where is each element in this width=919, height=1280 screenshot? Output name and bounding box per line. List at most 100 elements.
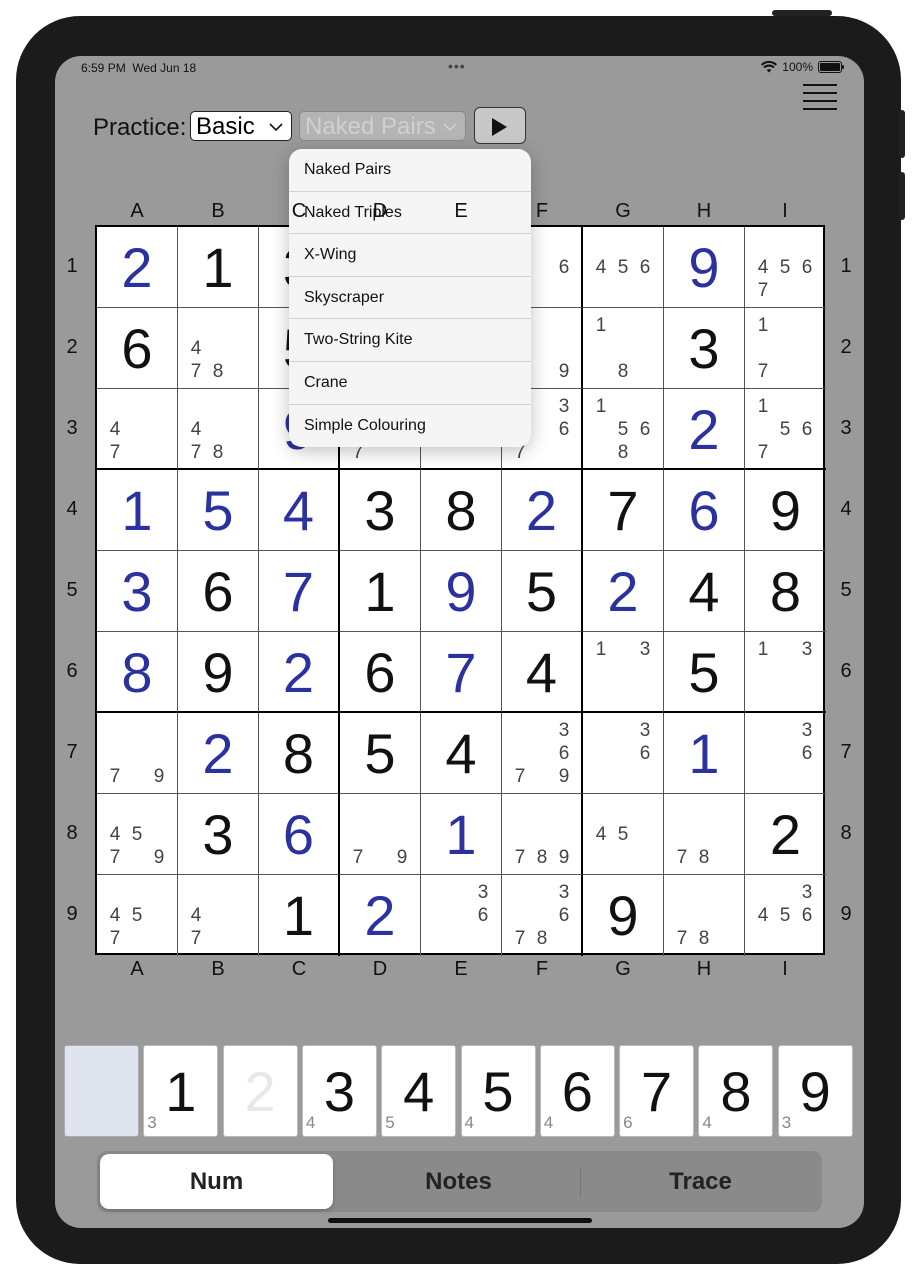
number-key-1[interactable]: 13 [143, 1045, 219, 1137]
cell-h2[interactable]: 3 [664, 308, 745, 389]
cell-a1[interactable]: 2 [97, 227, 178, 308]
menu-item-skyscraper[interactable]: Skyscraper [289, 277, 531, 320]
cell-a4[interactable]: 1 [97, 470, 178, 551]
menu-item-x-wing[interactable]: X-Wing [289, 234, 531, 277]
cell-a8[interactable]: 457 9 [97, 794, 178, 875]
cell-g4[interactable]: 7 [583, 470, 664, 551]
cell-d4[interactable]: 3 [340, 470, 421, 551]
menu-item-simple-colouring[interactable]: Simple Colouring [289, 405, 531, 447]
cell-a3[interactable]: 47 [97, 389, 178, 470]
cell-h1[interactable]: 9 [664, 227, 745, 308]
cell-b6[interactable]: 9 [178, 632, 259, 713]
cell-h9[interactable]: 78 [664, 875, 745, 956]
number-key-7[interactable]: 76 [619, 1045, 695, 1137]
multitasking-dots[interactable]: ••• [448, 58, 466, 74]
cell-b3[interactable]: 478 [178, 389, 259, 470]
cell-f5[interactable]: 5 [502, 551, 583, 632]
note-7: 7 [514, 928, 526, 950]
cell-notes: 13 [590, 638, 656, 708]
cell-d9[interactable]: 2 [340, 875, 421, 956]
cell-f4[interactable]: 2 [502, 470, 583, 551]
cell-c8[interactable]: 6 [259, 794, 340, 875]
note-5 [126, 418, 148, 441]
cell-b8[interactable]: 3 [178, 794, 259, 875]
cell-d7[interactable]: 5 [340, 713, 421, 794]
cell-b7[interactable]: 2 [178, 713, 259, 794]
cell-g5[interactable]: 2 [583, 551, 664, 632]
cell-d8[interactable]: 79 [340, 794, 421, 875]
cell-e7[interactable]: 4 [421, 713, 502, 794]
note-4: 4 [109, 823, 121, 845]
cell-c6[interactable]: 2 [259, 632, 340, 713]
number-key-9[interactable]: 93 [777, 1045, 853, 1137]
cell-a7[interactable]: 79 [97, 713, 178, 794]
cell-b1[interactable]: 1 [178, 227, 259, 308]
cell-b2[interactable]: 478 [178, 308, 259, 389]
number-key-4[interactable]: 45 [381, 1045, 457, 1137]
cell-a5[interactable]: 3 [97, 551, 178, 632]
cell-i9[interactable]: 3 456 [745, 875, 826, 956]
cell-c4[interactable]: 4 [259, 470, 340, 551]
cell-b9[interactable]: 47 [178, 875, 259, 956]
play-button[interactable] [474, 107, 526, 144]
cell-h3[interactable]: 2 [664, 389, 745, 470]
cell-e8[interactable]: 1 [421, 794, 502, 875]
cell-g7[interactable]: 36 [583, 713, 664, 794]
menu-item-two-string-kite[interactable]: Two-String Kite [289, 319, 531, 362]
cell-i2[interactable]: 17 [745, 308, 826, 389]
number-key-empty[interactable] [64, 1045, 139, 1137]
cell-f7[interactable]: 36 7 9 [502, 713, 583, 794]
cell-i4[interactable]: 9 [745, 470, 826, 551]
cell-a2[interactable]: 6 [97, 308, 178, 389]
cell-c9[interactable]: 1 [259, 875, 340, 956]
cell-h7[interactable]: 1 [664, 713, 745, 794]
cell-g8[interactable]: 45 [583, 794, 664, 875]
cell-i3[interactable]: 1567 [745, 389, 826, 470]
cell-g9[interactable]: 9 [583, 875, 664, 956]
cell-d6[interactable]: 6 [340, 632, 421, 713]
cell-f9[interactable]: 36 78 [502, 875, 583, 956]
mode-notes-button[interactable]: Notes [342, 1154, 575, 1209]
cell-h6[interactable]: 5 [664, 632, 745, 713]
cell-c7[interactable]: 8 [259, 713, 340, 794]
cell-i8[interactable]: 2 [745, 794, 826, 875]
cell-h5[interactable]: 4 [664, 551, 745, 632]
cell-e9[interactable]: 36 [421, 875, 502, 956]
hamburger-menu-icon[interactable] [803, 82, 837, 112]
cell-f6[interactable]: 4 [502, 632, 583, 713]
mode-num-button[interactable]: Num [100, 1154, 333, 1209]
level-select[interactable]: Basic [190, 111, 292, 141]
cell-d5[interactable]: 1 [340, 551, 421, 632]
cell-a9[interactable]: 457 [97, 875, 178, 956]
number-key-3[interactable]: 34 [301, 1045, 377, 1137]
note-4: 4 [595, 256, 607, 278]
technique-select[interactable]: Naked Pairs [299, 111, 466, 141]
cell-c5[interactable]: 7 [259, 551, 340, 632]
cell-b4[interactable]: 5 [178, 470, 259, 551]
cell-g1[interactable]: 456 [583, 227, 664, 308]
cell-i6[interactable]: 13 [745, 632, 826, 713]
cell-i5[interactable]: 8 [745, 551, 826, 632]
number-key-2[interactable]: 2 [222, 1045, 298, 1137]
cell-h8[interactable]: 78 [664, 794, 745, 875]
menu-item-naked-triples[interactable]: Naked Triples [289, 192, 531, 235]
cell-a6[interactable]: 8 [97, 632, 178, 713]
cell-h4[interactable]: 6 [664, 470, 745, 551]
cell-e4[interactable]: 8 [421, 470, 502, 551]
cell-f8[interactable]: 789 [502, 794, 583, 875]
cell-g3[interactable]: 1568 [583, 389, 664, 470]
number-key-8[interactable]: 84 [698, 1045, 774, 1137]
mode-trace-button[interactable]: Trace [584, 1154, 817, 1209]
cell-g2[interactable]: 18 [583, 308, 664, 389]
number-key-5[interactable]: 54 [460, 1045, 536, 1137]
cell-e5[interactable]: 9 [421, 551, 502, 632]
cell-i7[interactable]: 36 [745, 713, 826, 794]
home-indicator[interactable] [328, 1218, 592, 1223]
number-key-6[interactable]: 64 [539, 1045, 615, 1137]
menu-item-crane[interactable]: Crane [289, 362, 531, 405]
cell-g6[interactable]: 13 [583, 632, 664, 713]
cell-b5[interactable]: 6 [178, 551, 259, 632]
menu-item-naked-pairs[interactable]: Naked Pairs [289, 149, 531, 192]
cell-i1[interactable]: 456 7 [745, 227, 826, 308]
cell-e6[interactable]: 7 [421, 632, 502, 713]
